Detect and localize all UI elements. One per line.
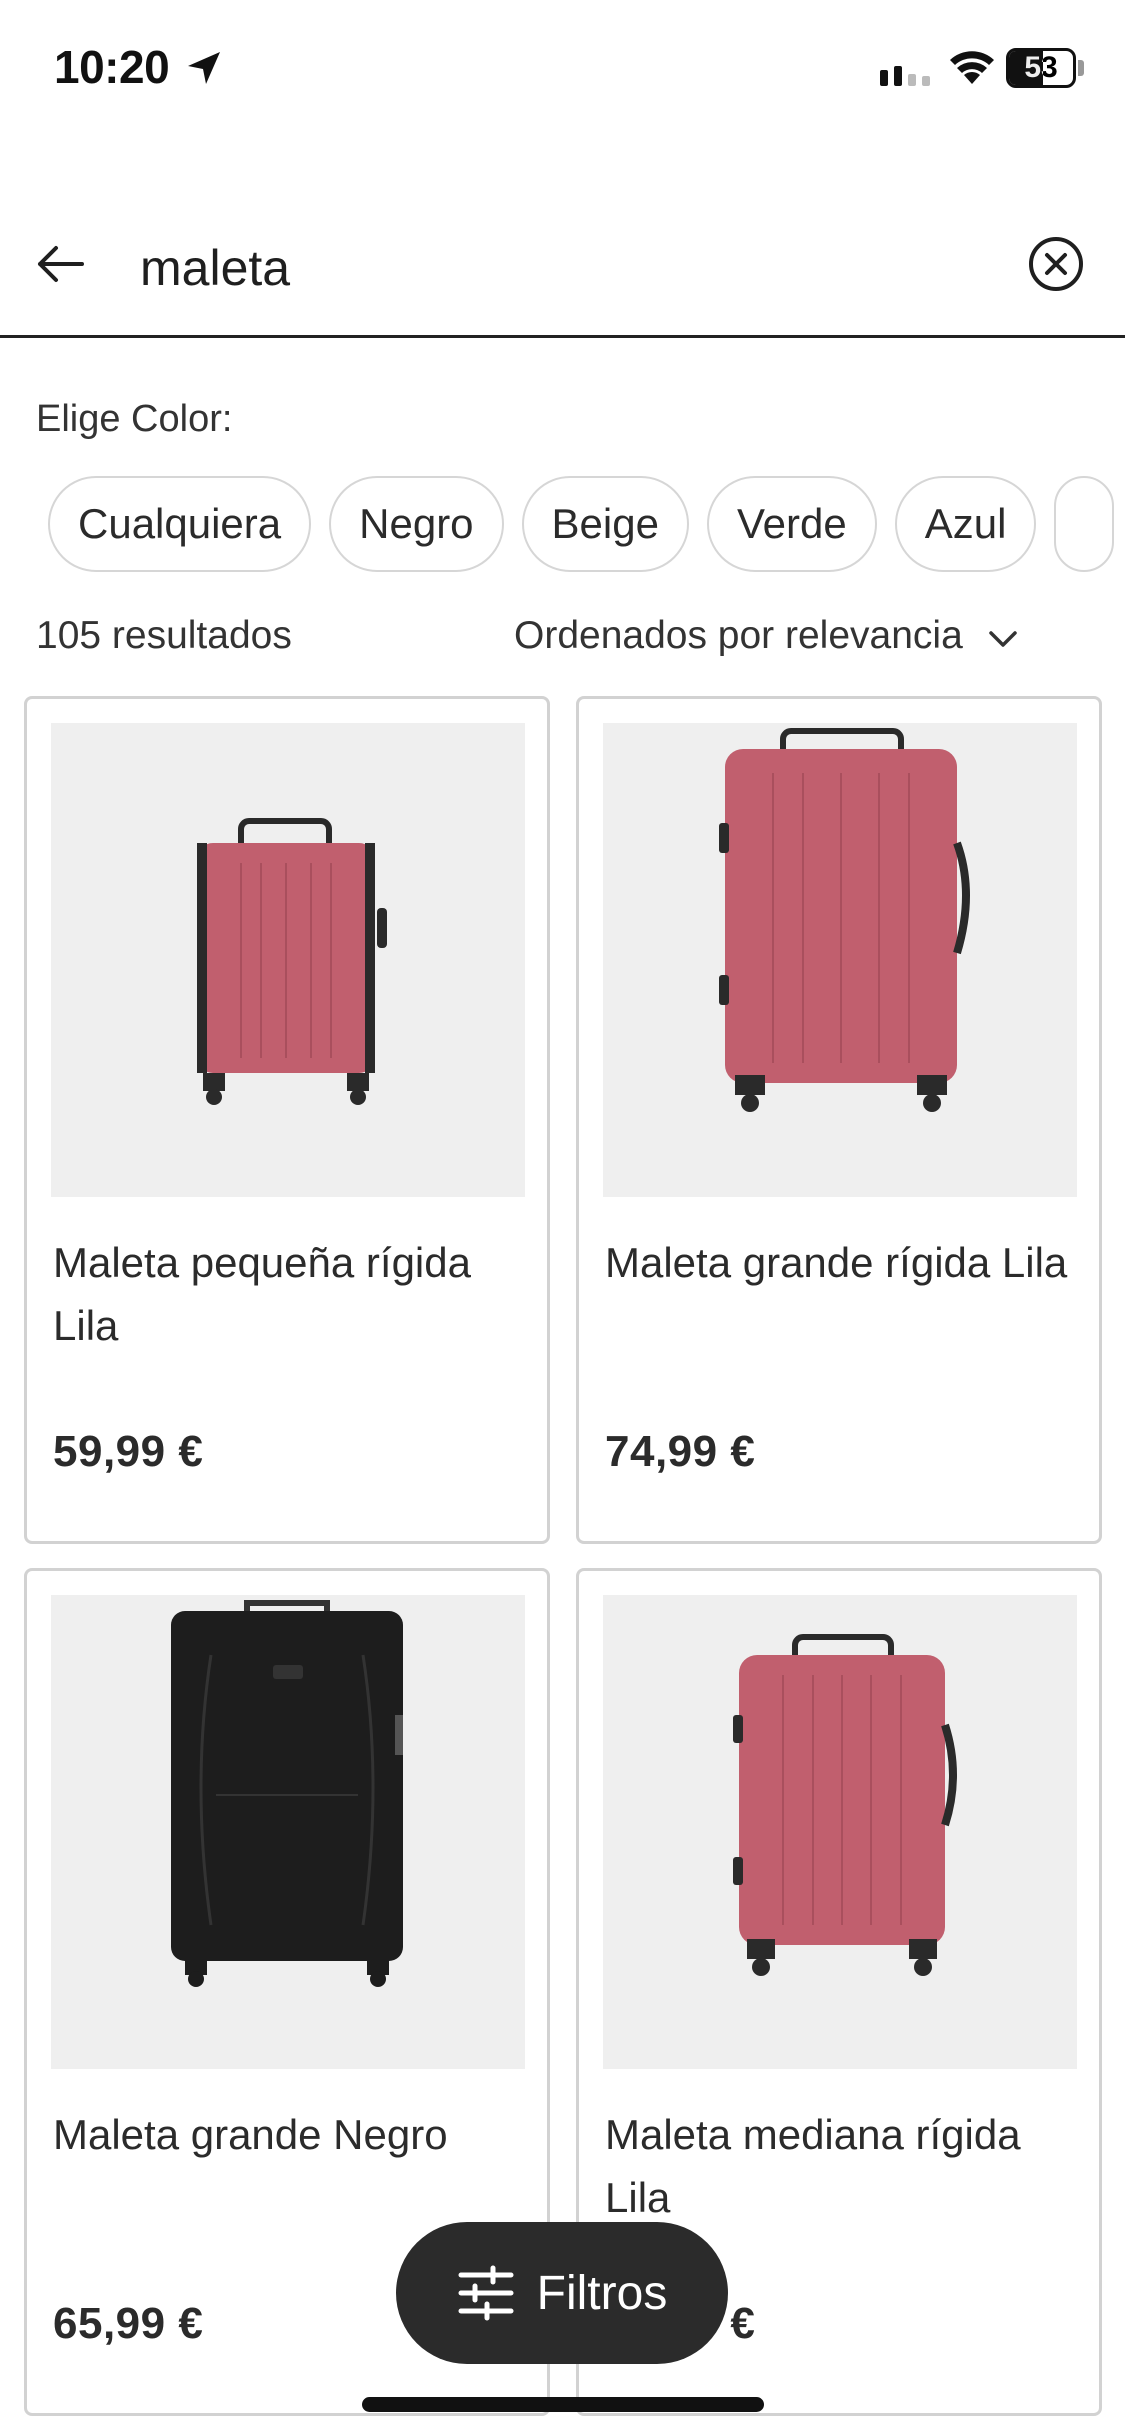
results-count: 105 resultados [36, 614, 292, 657]
product-image-medium-pink-suitcase [603, 1595, 1077, 2069]
chip-azul[interactable]: Azul [894, 476, 1037, 572]
filters-label: Filtros [536, 2266, 668, 2320]
product-price: 65,99 € [53, 2299, 204, 2348]
product-name: Maleta mediana rígida Lila [605, 2111, 1021, 2221]
color-filter-label: Elige Color: [36, 398, 233, 440]
product-price: 59,99 € [53, 1427, 204, 1476]
chip-beige[interactable]: Beige [521, 476, 689, 572]
sort-label: Ordenados por relevancia [514, 614, 963, 657]
product-image-large-pink-suitcase [603, 723, 1077, 1197]
search-input[interactable] [140, 228, 990, 308]
status-time: 10:20 [54, 41, 170, 93]
chip-verde[interactable]: Verde [706, 476, 877, 572]
chip-cualquiera[interactable]: Cualquiera [48, 476, 312, 572]
location-arrow-icon [188, 52, 220, 84]
product-image-small-pink-suitcase [51, 723, 525, 1197]
sliders-icon [458, 2265, 514, 2321]
product-image-large-black-soft-suitcase [51, 1595, 525, 2069]
product-card[interactable]: Maleta pequeña rígida Lila 59,99 € [24, 696, 550, 1544]
color-chips: Cualquiera Negro Beige Verde Azul [48, 476, 1125, 574]
sort-dropdown[interactable]: Ordenados por relevancia [514, 614, 1021, 658]
signal-icon [880, 66, 930, 86]
product-name: Maleta grande Negro [53, 2111, 448, 2158]
filters-button[interactable]: Filtros [396, 2222, 728, 2364]
chip-negro[interactable]: Negro [329, 476, 504, 572]
product-name: Maleta pequeña rígida Lila [53, 1239, 471, 1349]
chip-partial[interactable] [1054, 476, 1115, 572]
home-indicator [362, 2397, 764, 2412]
product-price: 74,99 € [605, 1427, 756, 1476]
battery-icon: 53 [1006, 48, 1076, 88]
battery-cap [1078, 60, 1084, 76]
chevron-down-icon [989, 631, 1017, 647]
clear-search-icon[interactable] [1026, 234, 1086, 294]
search-bar [0, 200, 1125, 338]
status-bar: 10:20 53 [0, 0, 1125, 140]
battery-level: 53 [1024, 51, 1058, 84]
back-arrow-icon[interactable] [32, 236, 88, 292]
wifi-icon [950, 51, 994, 84]
product-name: Maleta grande rígida Lila [605, 1239, 1068, 1286]
product-card[interactable]: Maleta grande rígida Lila 74,99 € [576, 696, 1102, 1544]
